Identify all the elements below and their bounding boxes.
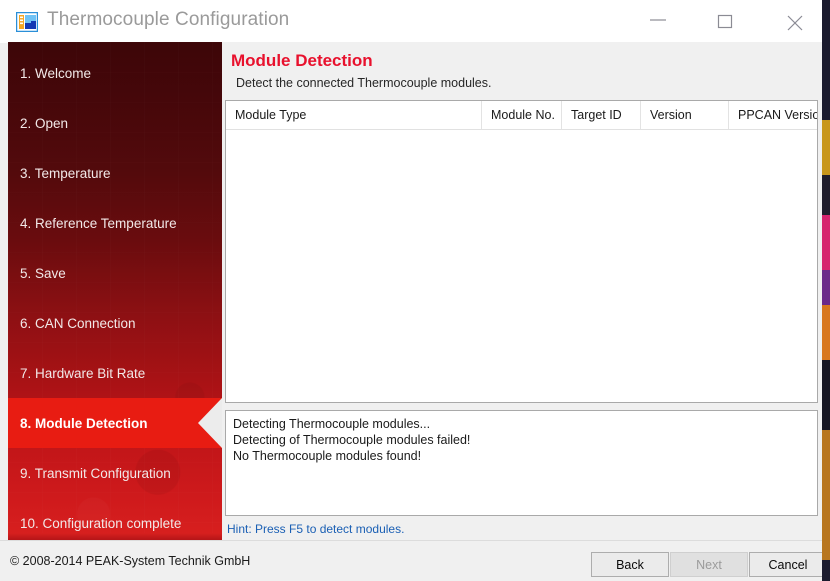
sidebar-item-label: 2. Open [20,115,69,131]
close-icon [787,15,803,31]
sidebar-item-temperature[interactable]: 3. Temperature [8,148,222,198]
sidebar-item-label: 1. Welcome [20,65,92,81]
sidebar-item-label: 4. Reference Temperature [20,215,177,231]
log-line: Detecting Thermocouple modules... [233,417,431,431]
page-title: Module Detection [231,51,373,70]
maximize-button[interactable] [702,0,748,41]
title-bar: Thermocouple Configuration [0,0,822,43]
sidebar-item-can-connection[interactable]: 6. CAN Connection [8,298,222,348]
column-header-module-type[interactable]: Module Type [226,101,482,129]
sidebar-bottom-strip [8,533,222,540]
column-header-ppcan-version[interactable]: PPCAN Version [729,101,817,129]
hint-text: Hint: Press F5 to detect modules. [227,522,405,536]
sidebar-item-reference-temperature[interactable]: 4. Reference Temperature [8,198,222,248]
sidebar-item-label: 10. Configuration complete [20,515,182,531]
active-step-arrow-icon [198,398,222,448]
main-content-pane: Module Detection Detect the connected Th… [222,42,822,539]
footer-bar: © 2008-2014 PEAK-System Technik GmbH Bac… [0,540,822,581]
application-window-icon [15,11,39,33]
page-subtitle: Detect the connected Thermocouple module… [236,76,492,90]
minimize-button[interactable] [635,0,681,41]
sidebar-item-label: 7. Hardware Bit Rate [20,365,146,381]
sidebar-item-welcome[interactable]: 1. Welcome [8,48,222,98]
wizard-step-sidebar: 1. Welcome 2. Open 3. Temperature 4. Ref… [8,42,222,539]
sidebar-item-module-detection[interactable]: 8. Module Detection [8,398,222,448]
sidebar-item-open[interactable]: 2. Open [8,98,222,148]
back-button[interactable]: Back [591,552,669,577]
sidebar-item-label: 9. Transmit Configuration [20,465,171,481]
log-line: Detecting of Thermocouple modules failed… [233,433,471,447]
sidebar-item-label: 6. CAN Connection [20,315,136,331]
sidebar-item-label: 8. Module Detection [20,415,148,431]
minimize-icon [650,19,666,21]
next-button: Next [670,552,748,577]
sidebar-item-transmit-configuration[interactable]: 9. Transmit Configuration [8,448,222,498]
column-header-target-id[interactable]: Target ID [562,101,641,129]
modules-table[interactable]: Module Type Module No. Target ID Version… [225,100,818,403]
sidebar-item-label: 5. Save [20,265,66,281]
column-header-module-no[interactable]: Module No. [482,101,562,129]
sidebar-item-save[interactable]: 5. Save [8,248,222,298]
copyright-text: © 2008-2014 PEAK-System Technik GmbH [10,554,251,568]
column-header-version[interactable]: Version [641,101,729,129]
log-line: No Thermocouple modules found! [233,449,422,463]
close-button[interactable] [772,0,818,41]
table-header-row: Module Type Module No. Target ID Version… [226,101,817,130]
sidebar-item-label: 3. Temperature [20,165,111,181]
maximize-icon [717,14,733,29]
window-title: Thermocouple Configuration [47,9,290,30]
cancel-button[interactable]: Cancel [749,552,822,577]
sidebar-item-hardware-bit-rate[interactable]: 7. Hardware Bit Rate [8,348,222,398]
table-body-empty[interactable] [226,130,817,402]
detection-log-panel[interactable]: Detecting Thermocouple modules... Detect… [225,410,818,516]
application-window: Thermocouple Configuration 1. Welcome 2.… [0,0,822,581]
